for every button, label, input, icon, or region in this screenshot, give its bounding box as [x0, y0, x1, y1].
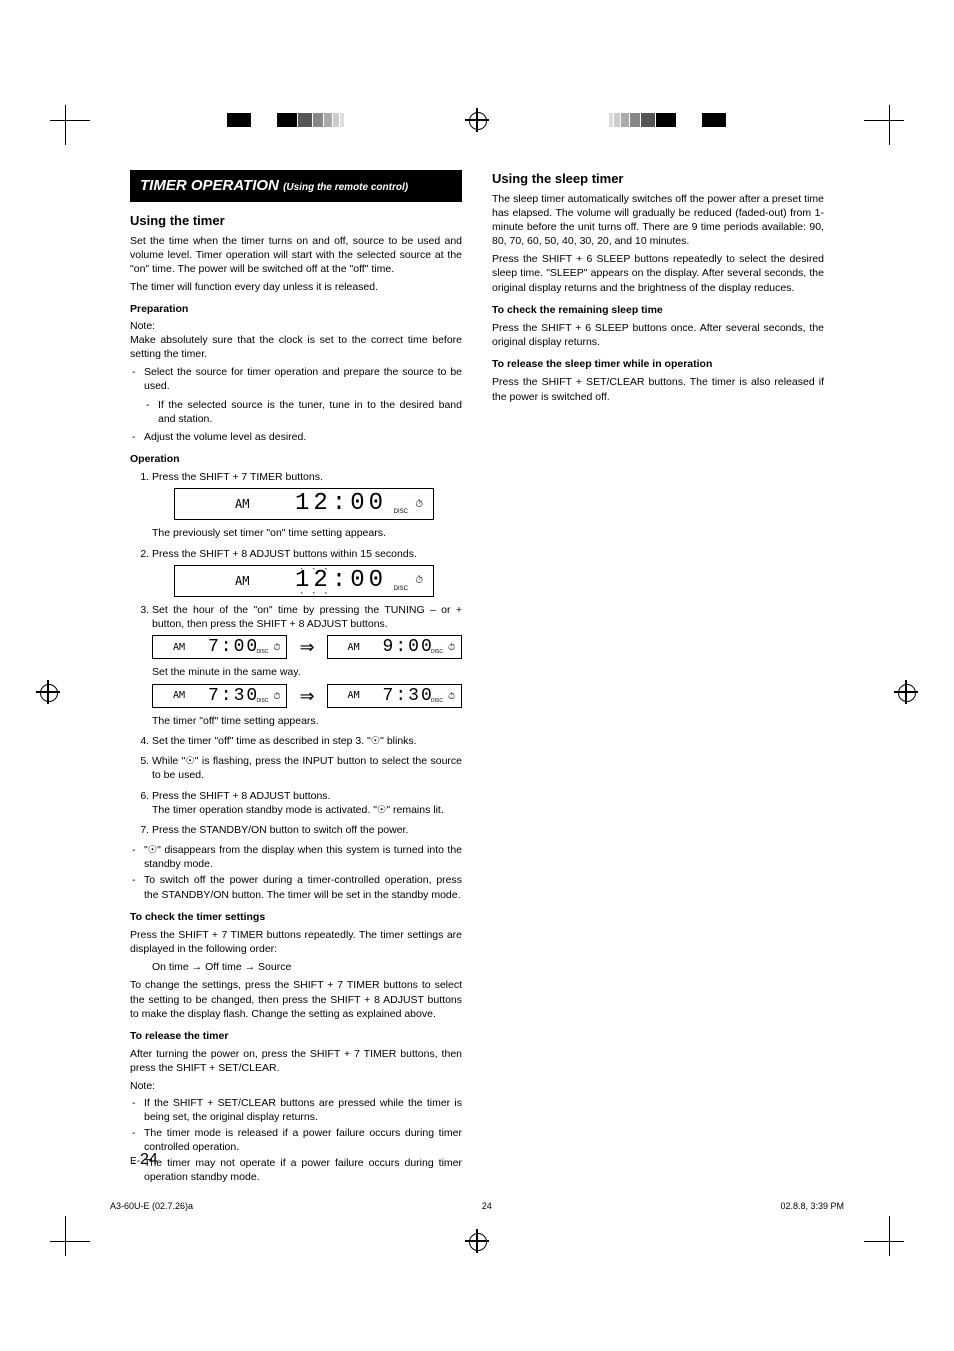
preparation-heading: Preparation: [130, 302, 462, 316]
using-timer-para1: Set the time when the timer turns on and…: [130, 234, 462, 277]
release-timer-para: After turning the power on, press the SH…: [130, 1047, 462, 1075]
lcd-row-minute: AM7:30DISC⏱ ⇒ AM7:30DISC⏱: [152, 684, 462, 708]
sleep-timer-para2: Press the SHIFT + 6 SLEEP buttons repeat…: [492, 252, 824, 295]
arrow-icon: ⇒: [295, 684, 318, 708]
check-timer-para2: To change the settings, press the SHIFT …: [130, 978, 462, 1021]
right-column: Using the sleep timer The sleep timer au…: [492, 170, 824, 1181]
check-timer-para: Press the SHIFT + 7 TIMER buttons repeat…: [130, 928, 462, 956]
op-step-6: Press the SHIFT + 8 ADJUST buttons. The …: [152, 789, 462, 817]
check-sleep-heading: To check the remaining sleep time: [492, 303, 824, 317]
corner-top-right: [864, 95, 914, 145]
registration-mark-left: [36, 680, 60, 704]
op-step-1-after: The previously set timer "on" time setti…: [152, 527, 386, 539]
check-timer-heading: To check the timer settings: [130, 910, 462, 924]
lcd-ampm: AM: [235, 499, 249, 509]
arrow-icon: ⇒: [295, 635, 318, 659]
sleep-timer-heading: Using the sleep timer: [492, 170, 824, 188]
section-title-bar: TIMER OPERATION (Using the remote contro…: [130, 170, 462, 202]
timer-sequence: On time → Off time → Source: [152, 960, 462, 974]
crop-marks-top: [0, 90, 954, 150]
lcd-display-1: AM 12:00 DISC ⏱: [174, 488, 434, 520]
clock-icon: ⏱: [415, 574, 423, 588]
footer-filename: A3-60U-E (02.7.26)a: [110, 1201, 193, 1211]
lcd-row-hour: AM7:00DISC⏱ ⇒ AM9:00DISC⏱: [152, 635, 462, 659]
preparation-note: Make absolutely sure that the clock is s…: [130, 333, 462, 361]
corner-bottom-left: [40, 1216, 90, 1266]
using-timer-para2: The timer will function every day unless…: [130, 280, 462, 294]
op-step-3: Set the hour of the "on" time by pressin…: [152, 603, 462, 728]
content-area: TIMER OPERATION (Using the remote contro…: [130, 170, 824, 1181]
op-step-4: Set the timer "off" time as described in…: [152, 734, 462, 748]
op-note-2: To switch off the power during a timer-c…: [130, 873, 462, 901]
crop-marks-bottom: [0, 1211, 954, 1271]
hash-marks-left: [227, 113, 345, 127]
sleep-timer-para1: The sleep timer automatically switches o…: [492, 192, 824, 249]
release-note-3: The timer may not operate if a power fai…: [130, 1156, 462, 1184]
prep-item-1a: If the selected source is the tuner, tun…: [144, 398, 462, 426]
corner-top-left: [40, 95, 90, 145]
op-step-5: While "☉" is flashing, press the INPUT b…: [152, 754, 462, 782]
release-note-1: If the SHIFT + SET/CLEAR buttons are pre…: [130, 1096, 462, 1124]
prep-item-2: Adjust the volume level as desired.: [130, 430, 462, 444]
prep-item-1: Select the source for timer operation an…: [130, 365, 462, 426]
op-off-appears: The timer "off" time setting appears.: [152, 714, 462, 728]
op-note-1: "☉" disappears from the display when thi…: [130, 843, 462, 871]
lcd-disc-label: DISC: [394, 508, 408, 516]
section-subtitle: (Using the remote control): [283, 182, 408, 193]
page-number: E-24: [130, 1151, 158, 1169]
release-note-2: The timer mode is released if a power fa…: [130, 1126, 462, 1154]
op-step-2: Press the SHIFT + 8 ADJUST buttons withi…: [152, 547, 462, 597]
corner-bottom-right: [864, 1216, 914, 1266]
clock-icon: ⏱: [415, 498, 423, 512]
flash-ticks-bottom: ˴ ˴ ˴: [300, 586, 331, 600]
op-set-minute: Set the minute in the same way.: [152, 665, 462, 679]
op-step-1: Press the SHIFT + 7 TIMER buttons. AM 12…: [152, 470, 462, 540]
hash-marks-right: [609, 113, 727, 127]
footer-page: 24: [482, 1201, 492, 1211]
registration-mark-right: [894, 680, 918, 704]
footer-slug: A3-60U-E (02.7.26)a 24 02.8.8, 3:39 PM: [110, 1201, 844, 1211]
left-column: TIMER OPERATION (Using the remote contro…: [130, 170, 462, 1181]
registration-mark-top: [465, 108, 489, 132]
page: TIMER OPERATION (Using the remote contro…: [0, 0, 954, 1351]
registration-mark-bottom: [465, 1229, 489, 1253]
lcd-display-2: ˴ ˴ ˴ AM 12:00 DISC ⏱ ˴ ˴ ˴: [174, 565, 434, 597]
lcd-time: 12:00: [295, 488, 387, 520]
release-sleep-heading: To release the sleep timer while in oper…: [492, 357, 824, 371]
section-title: TIMER OPERATION: [140, 177, 279, 194]
op-step-6-sub: The timer operation standby mode is acti…: [152, 804, 444, 816]
note-label: Note:: [130, 319, 462, 333]
footer-timestamp: 02.8.8, 3:39 PM: [780, 1201, 844, 1211]
check-sleep-para: Press the SHIFT + 6 SLEEP buttons once. …: [492, 321, 824, 349]
operation-heading: Operation: [130, 452, 462, 466]
using-timer-heading: Using the timer: [130, 212, 462, 230]
op-step-7: Press the STANDBY/ON button to switch of…: [152, 823, 462, 837]
release-note-label: Note:: [130, 1079, 462, 1093]
release-timer-heading: To release the timer: [130, 1029, 462, 1043]
release-sleep-para: Press the SHIFT + SET/CLEAR buttons. The…: [492, 375, 824, 403]
